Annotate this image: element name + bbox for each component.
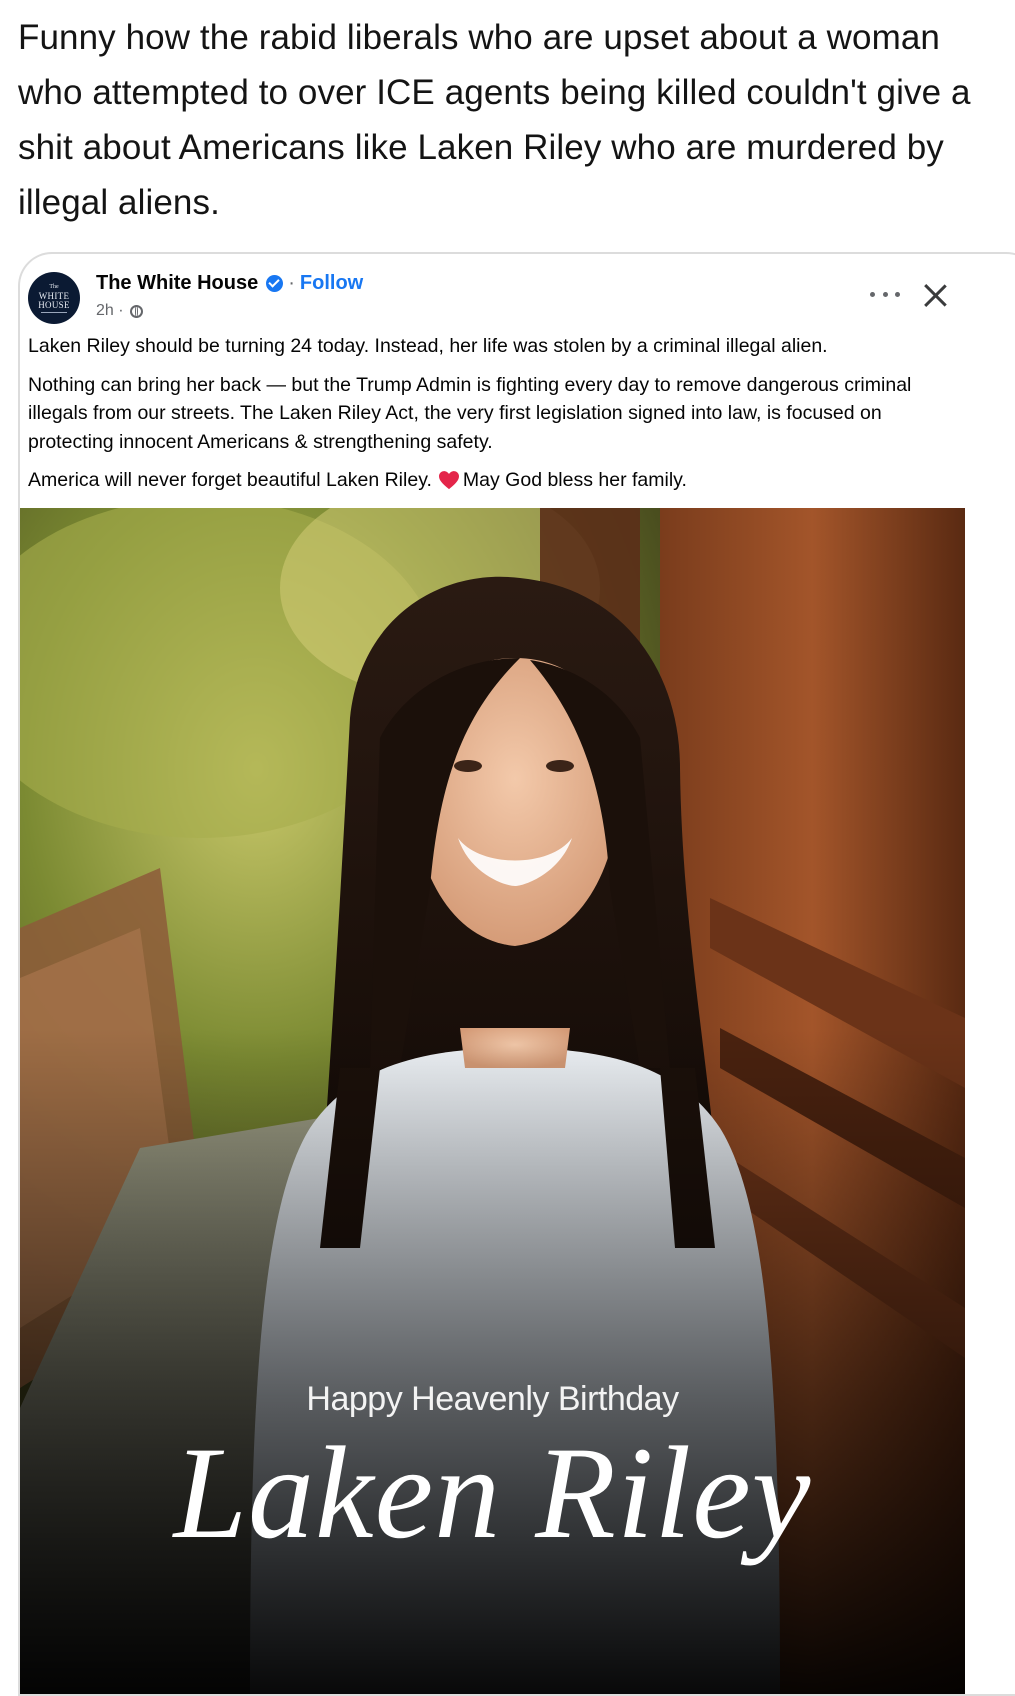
verified-badge-icon — [266, 275, 284, 292]
post-paragraph-2: Nothing can bring her back — but the Tru… — [28, 373, 912, 453]
post-paragraph-3-start: America will never forget beautiful Lake… — [28, 469, 432, 491]
post-header: The WHITE HOUSE The White House · Follow… — [28, 266, 1015, 326]
post-meta: 2h · — [96, 302, 143, 320]
post-paragraph-1: Laken Riley should be turning 24 today. … — [28, 335, 828, 357]
post-timestamp[interactable]: 2h · — [96, 302, 124, 320]
post-body: Laken Riley should be turning 24 today. … — [28, 332, 948, 505]
more-options-icon[interactable] — [870, 284, 900, 304]
avatar-text-line3: HOUSE — [38, 300, 70, 310]
close-icon[interactable] — [920, 280, 950, 310]
page-name-row: The White House · Follow — [96, 272, 363, 295]
page-name[interactable]: The White House — [96, 272, 258, 295]
page-avatar[interactable]: The WHITE HOUSE — [28, 272, 80, 324]
post-image[interactable]: Happy Heavenly Birthday Laken Riley — [20, 508, 965, 1694]
image-caption-small: Happy Heavenly Birthday — [306, 1380, 679, 1418]
shared-post-card[interactable]: The WHITE HOUSE The White House · Follow… — [18, 252, 1015, 1696]
name-separator: · — [288, 272, 295, 294]
post-paragraph-3: America will never forget beautiful Lake… — [28, 466, 948, 495]
follow-button[interactable]: Follow — [300, 272, 363, 295]
red-heart-icon — [438, 471, 459, 490]
globe-icon — [129, 304, 143, 318]
post-paragraph-3-end: May God bless her family. — [462, 469, 687, 491]
avatar-rule — [41, 312, 67, 313]
image-caption-name: Laken Riley — [173, 1419, 812, 1566]
comment-text: Funny how the rabid liberals who are ups… — [18, 18, 971, 222]
